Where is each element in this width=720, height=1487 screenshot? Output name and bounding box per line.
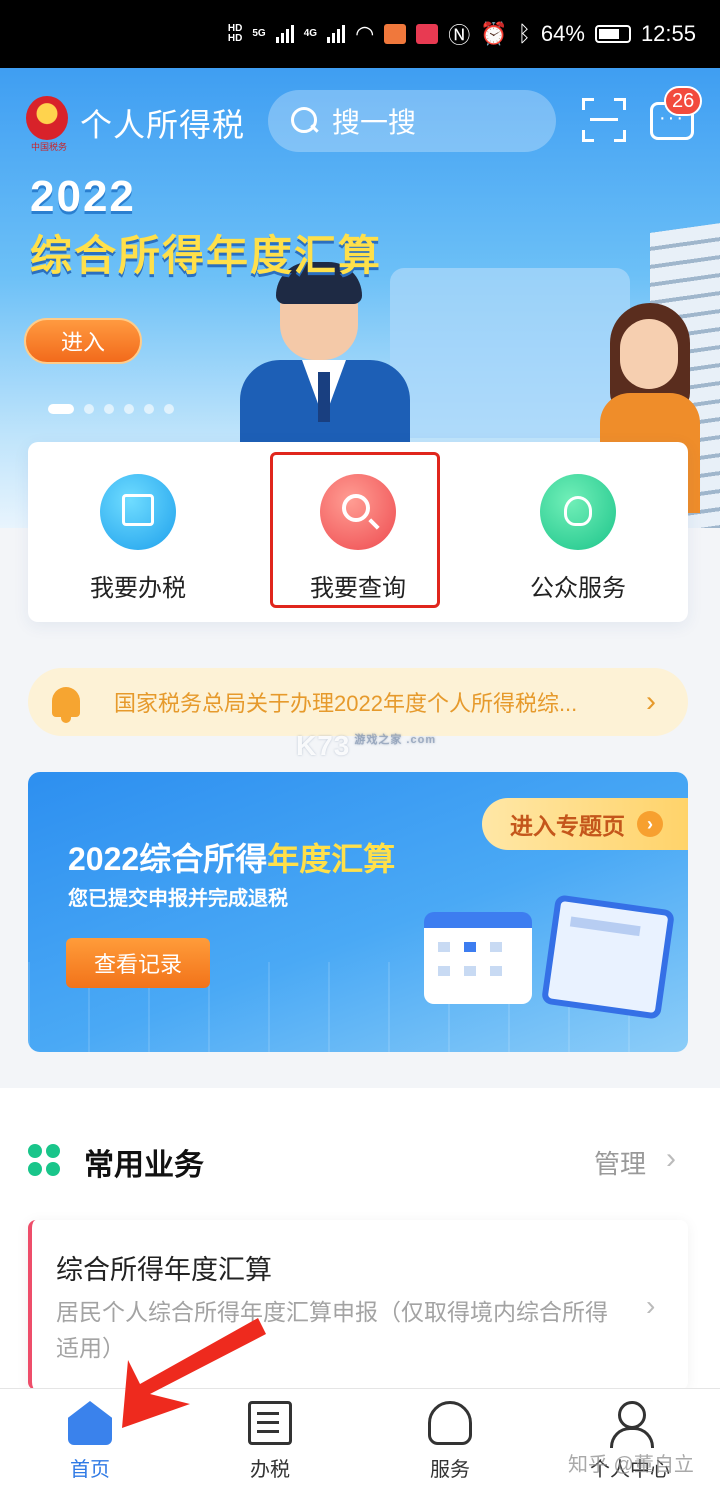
battery-percent: 64% — [540, 21, 585, 46]
search-bar[interactable]: 搜一搜 — [268, 90, 556, 152]
promo-title: 2022综合所得年度汇算 — [68, 841, 396, 877]
tab-label: 服务 — [430, 1459, 470, 1481]
user-icon — [608, 1401, 654, 1448]
tablet-illustration — [540, 894, 676, 1020]
home-icon — [68, 1401, 112, 1445]
promo-subtitle: 您已提交申报并完成退税 — [68, 888, 288, 910]
search-placeholder: 搜一搜 — [332, 107, 417, 138]
battery-icon — [594, 25, 631, 43]
bluetooth-icon: ᛒ — [517, 21, 531, 46]
quick-action-label: 我要办税 — [90, 575, 186, 602]
app-notification-icon — [384, 24, 407, 44]
message-badge: 26 — [664, 86, 703, 116]
edit-icon — [100, 474, 176, 550]
chevron-right-icon: › — [666, 1142, 676, 1175]
bell-icon — [52, 687, 80, 723]
tab-label: 首页 — [70, 1459, 110, 1481]
status-bar: HD HD 5G 4G ◠ Ⓝ ⏰ ᛒ 64% 12:55 — [0, 0, 720, 68]
tab-home[interactable]: 首页 — [0, 1389, 180, 1487]
quick-action-label: 公众服务 — [530, 575, 626, 602]
section-title: 常用业务 — [84, 1149, 204, 1182]
card-description: 居民个人综合所得年度汇算申报（仅取得境内综合所得适用） — [56, 1299, 608, 1361]
alarm-icon: ⏰ — [480, 21, 508, 46]
arrow-right-icon: › — [637, 811, 663, 837]
quick-action-handle-tax[interactable]: 我要办税 — [28, 442, 248, 622]
highlight-annotation-box — [270, 452, 440, 608]
tab-label: 办税 — [250, 1459, 290, 1481]
carousel-dots[interactable] — [48, 404, 174, 414]
nfc-icon: Ⓝ — [448, 23, 471, 48]
chevron-right-icon: › — [646, 1290, 656, 1321]
hd-indicator: HD HD — [227, 23, 243, 44]
notice-bar[interactable]: 国家税务总局关于办理2022年度个人所得税综... › — [28, 668, 688, 736]
heart-hand-icon — [428, 1401, 472, 1445]
scan-icon[interactable] — [582, 98, 626, 142]
manage-link[interactable]: 管理 — [594, 1144, 646, 1181]
top-bar: 中国税务 个人所得税 搜一搜 26 — [0, 68, 720, 176]
network-5g-label: 5G — [252, 28, 266, 39]
notice-text: 国家税务总局关于办理2022年度个人所得税综... — [114, 691, 578, 716]
emblem-caption: 中国税务 — [30, 142, 67, 152]
source-watermark: 知乎 @董自立 — [568, 1454, 694, 1476]
annual-settlement-card[interactable]: 综合所得年度汇算 居民个人综合所得年度汇算申报（仅取得境内综合所得适用） › — [28, 1220, 688, 1390]
tax-emblem-icon — [26, 96, 68, 140]
tab-tax[interactable]: 办税 — [180, 1389, 360, 1487]
topic-page-link[interactable]: 进入专题页 › — [482, 798, 688, 850]
card-title: 综合所得年度汇算 — [56, 1255, 272, 1285]
chevron-right-icon: › — [646, 685, 656, 718]
signal-icon-2 — [327, 25, 346, 43]
banner-year: 2022 — [30, 172, 136, 221]
document-icon — [248, 1401, 292, 1445]
signal-icon — [275, 25, 294, 43]
annual-settlement-promo[interactable]: 进入专题页 › 2022综合所得年度汇算 您已提交申报并完成退税 查看记录 — [28, 772, 688, 1052]
banner-enter-button[interactable]: 进入 — [24, 318, 142, 364]
tab-service[interactable]: 服务 — [360, 1389, 540, 1487]
topic-page-label: 进入专题页 — [510, 813, 625, 839]
clock: 12:55 — [640, 21, 696, 46]
lotus-icon — [540, 474, 616, 550]
app-title: 个人所得税 — [80, 107, 246, 143]
banner-title: 综合所得年度汇算 — [30, 232, 383, 279]
app-notification-icon-2 — [416, 24, 439, 44]
wifi-icon: ◠ — [355, 21, 375, 46]
view-records-button[interactable]: 查看记录 — [66, 938, 210, 988]
network-4g-label: 4G — [303, 28, 318, 39]
site-watermark: K73 游戏之家 .com — [296, 730, 437, 761]
search-icon — [290, 106, 320, 136]
clover-icon — [28, 1144, 60, 1176]
calendar-illustration — [424, 912, 532, 1004]
quick-action-public-service[interactable]: 公众服务 — [468, 442, 688, 622]
